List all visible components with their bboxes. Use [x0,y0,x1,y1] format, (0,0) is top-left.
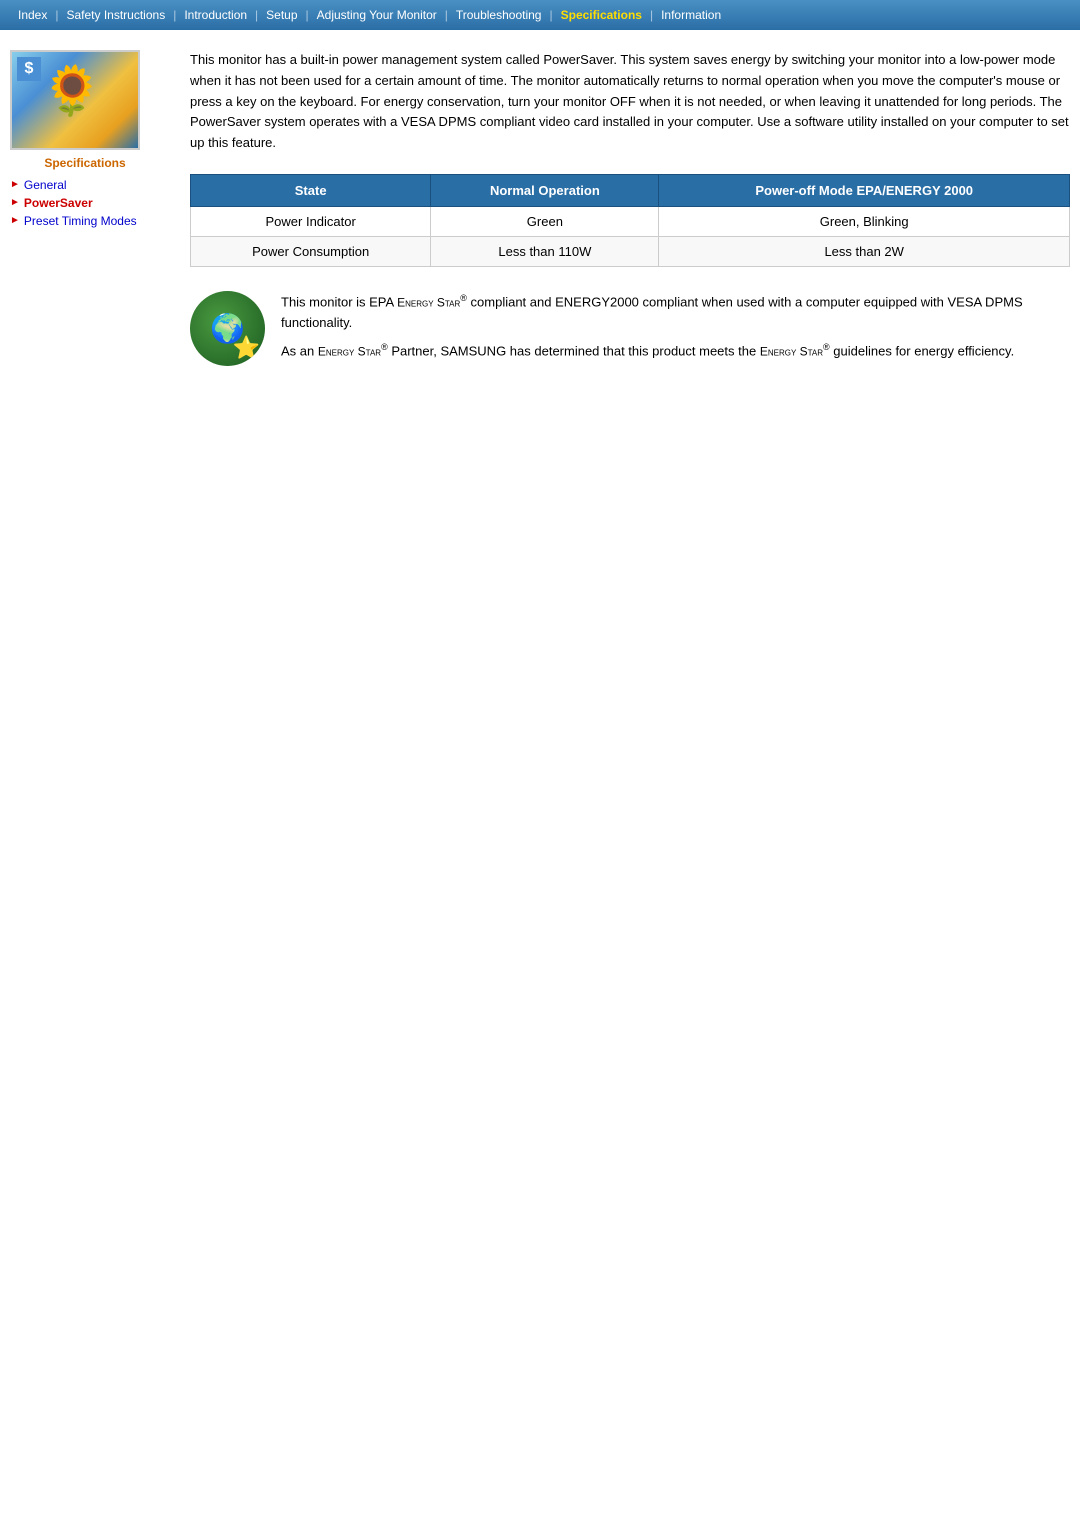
table-cell-0-1: Green [431,206,659,236]
sidebar-section-title: Specifications [10,156,160,170]
energy-star-section: 🌍 This monitor is EPA Energy Star® compl… [190,291,1070,368]
sidebar-product-image [10,50,140,150]
energy-logo-graphic: 🌍 [190,291,265,366]
sidebar-link-label-powersaver: PowerSaver [24,196,93,210]
energy-star-text: This monitor is EPA Energy Star® complia… [281,291,1070,368]
nav-index[interactable]: Index [10,6,55,24]
table-cell-1-1: Less than 110W [431,236,659,266]
nav-troubleshooting[interactable]: Troubleshooting [448,6,550,24]
energy-para1: This monitor is EPA Energy Star® complia… [281,291,1070,334]
nav-safety[interactable]: Safety Instructions [58,6,173,24]
sidebar: Specifications ► General ► PowerSaver ► … [10,50,170,368]
table-header-row: State Normal Operation Power-off Mode EP… [191,174,1070,206]
main-layout: Specifications ► General ► PowerSaver ► … [0,30,1080,388]
energy-star-logo: 🌍 [190,291,265,366]
sidebar-link-powersaver[interactable]: ► PowerSaver [10,196,160,210]
table-cell-1-0: Power Consumption [191,236,431,266]
table-cell-1-2: Less than 2W [659,236,1070,266]
nav-setup[interactable]: Setup [258,6,305,24]
nav-adjusting[interactable]: Adjusting Your Monitor [309,6,445,24]
energy-star-label-1: Energy Star [397,295,460,309]
table-row: Power ConsumptionLess than 110WLess than… [191,236,1070,266]
table-cell-0-2: Green, Blinking [659,206,1070,236]
energy-star-label-3: Energy Star [760,344,823,358]
arrow-icon-preset: ► [10,215,20,226]
table-body: Power IndicatorGreenGreen, BlinkingPower… [191,206,1070,266]
sidebar-link-preset[interactable]: ► Preset Timing Modes [10,214,160,228]
sidebar-link-label-preset: Preset Timing Modes [24,214,137,228]
sidebar-link-label-general: General [24,178,67,192]
power-table: State Normal Operation Power-off Mode EP… [190,174,1070,267]
table-header-normal: Normal Operation [431,174,659,206]
table-header-state: State [191,174,431,206]
arrow-icon-powersaver: ► [10,197,20,208]
energy-para2: As an Energy Star® Partner, SAMSUNG has … [281,340,1070,362]
sidebar-link-general[interactable]: ► General [10,178,160,192]
table-cell-0-0: Power Indicator [191,206,431,236]
nav-specifications[interactable]: Specifications [553,6,650,24]
energy-star-label-2: Energy Star [318,344,381,358]
arrow-icon-general: ► [10,179,20,190]
nav-information[interactable]: Information [653,6,729,24]
main-content: This monitor has a built-in power manage… [170,50,1070,368]
table-header-poweroff: Power-off Mode EPA/ENERGY 2000 [659,174,1070,206]
nav-intro[interactable]: Introduction [176,6,255,24]
navigation-bar: Index | Safety Instructions | Introducti… [0,0,1080,30]
intro-paragraph: This monitor has a built-in power manage… [190,50,1070,154]
table-row: Power IndicatorGreenGreen, Blinking [191,206,1070,236]
